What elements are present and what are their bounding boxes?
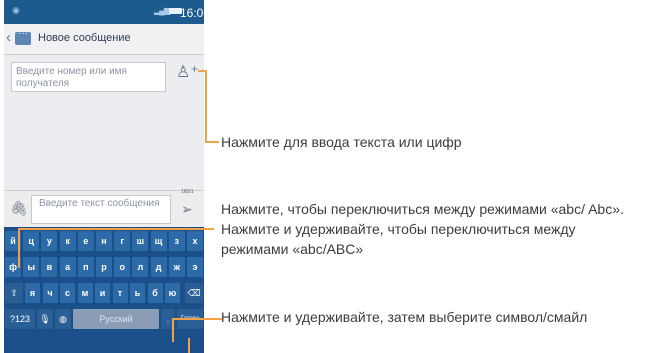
backspace-key[interactable]: ⌫: [185, 283, 203, 303]
key-к[interactable]: к: [59, 231, 76, 251]
status-time: 16:00: [180, 6, 204, 20]
key-ы[interactable]: ы: [23, 257, 40, 277]
key-ч[interactable]: ч: [42, 283, 58, 303]
callout-line-1-tick: [198, 70, 207, 72]
recipient-field[interactable]: Введите номер или имя получателя: [11, 62, 166, 92]
add-contact-icon[interactable]: ♙⁺: [176, 62, 199, 82]
key-ю[interactable]: ю: [165, 283, 180, 303]
key-н[interactable]: н: [96, 231, 112, 251]
shift-key[interactable]: ⇧: [5, 283, 23, 303]
message-placeholder: Введите текст сообщения: [39, 198, 160, 209]
keyboard-row-1: йцукенгшщзх: [4, 229, 204, 253]
key-а[interactable]: а: [59, 257, 76, 277]
key-э[interactable]: э: [187, 257, 203, 277]
callout-text-input: Нажмите для ввода текста или цифр: [221, 134, 462, 150]
compose-bar: 🖇 Введите текст сообщения 160/1 ➢: [4, 189, 204, 227]
callout-mode-switch: Нажмите, чтобы переключиться между режим…: [221, 201, 624, 257]
wifi-icon: ◉: [12, 5, 20, 15]
key-х[interactable]: х: [187, 231, 203, 251]
key-б[interactable]: б: [147, 283, 163, 303]
key-з[interactable]: з: [168, 231, 185, 251]
key-о[interactable]: о: [114, 257, 131, 277]
signal-icon: ▂▄▆: [154, 6, 170, 15]
key-д[interactable]: д: [150, 257, 167, 277]
keyboard: йцукенгшщзх фывапролджэ ⇧ ⌫ ячсмитьбю ?1…: [4, 227, 204, 353]
callout-line-3-right: [188, 338, 190, 353]
callout-line-1-vertical: [205, 70, 207, 142]
phone-screen: ◉ ▂▄▆ 16:00 ‹ Новое сообщение Введите но…: [4, 0, 204, 353]
key-г[interactable]: г: [114, 231, 131, 251]
key-щ[interactable]: щ: [150, 231, 167, 251]
space-key[interactable]: Русский: [73, 309, 159, 329]
callout-line-2-vertical: [18, 228, 20, 268]
key-е[interactable]: е: [77, 231, 94, 251]
message-input[interactable]: Введите текст сообщения: [31, 195, 171, 224]
callout-line-3-horizontal: [172, 318, 222, 320]
callout-line-1-horizontal: [205, 141, 219, 143]
callout-symbol-smiley: Нажмите и удерживайте, затем выберите си…: [221, 309, 588, 325]
status-bar: ◉ ▂▄▆ 16:00: [4, 0, 204, 24]
key-ж[interactable]: ж: [168, 257, 185, 277]
key-р[interactable]: р: [96, 257, 112, 277]
callout-line-3-left: [172, 318, 174, 342]
key-ц[interactable]: ц: [23, 231, 40, 251]
callout-line-2-horizontal: [18, 228, 214, 230]
key-ь[interactable]: ь: [130, 283, 145, 303]
recipient-placeholder: Введите номер или имя получателя: [16, 66, 127, 89]
character-counter: 160/1: [181, 189, 194, 195]
keyboard-row-3: ⇧ ⌫ ячсмитьбю: [4, 281, 204, 305]
back-icon[interactable]: ‹: [6, 29, 11, 46]
key-и[interactable]: и: [95, 283, 110, 303]
key-л[interactable]: л: [132, 257, 149, 277]
key-я[interactable]: я: [25, 283, 40, 303]
key-у[interactable]: у: [41, 231, 58, 251]
globe-key[interactable]: ◍: [55, 309, 71, 329]
key-м[interactable]: м: [77, 283, 93, 303]
send-icon[interactable]: ➢: [181, 201, 193, 218]
symbols-key[interactable]: ?123: [5, 309, 35, 329]
key-ш[interactable]: ш: [132, 231, 149, 251]
microphone-key[interactable]: 🎙: [37, 309, 53, 329]
messaging-app-icon: [15, 28, 31, 45]
action-bar: ‹ Новое сообщение: [4, 24, 204, 55]
key-с[interactable]: с: [60, 283, 75, 303]
key-п[interactable]: п: [77, 257, 94, 277]
keyboard-row-2: фывапролджэ: [4, 255, 204, 279]
key-т[interactable]: т: [112, 283, 128, 303]
key-в[interactable]: в: [41, 257, 58, 277]
attachment-icon[interactable]: 🖇: [10, 200, 28, 217]
page-title: Новое сообщение: [38, 32, 131, 44]
